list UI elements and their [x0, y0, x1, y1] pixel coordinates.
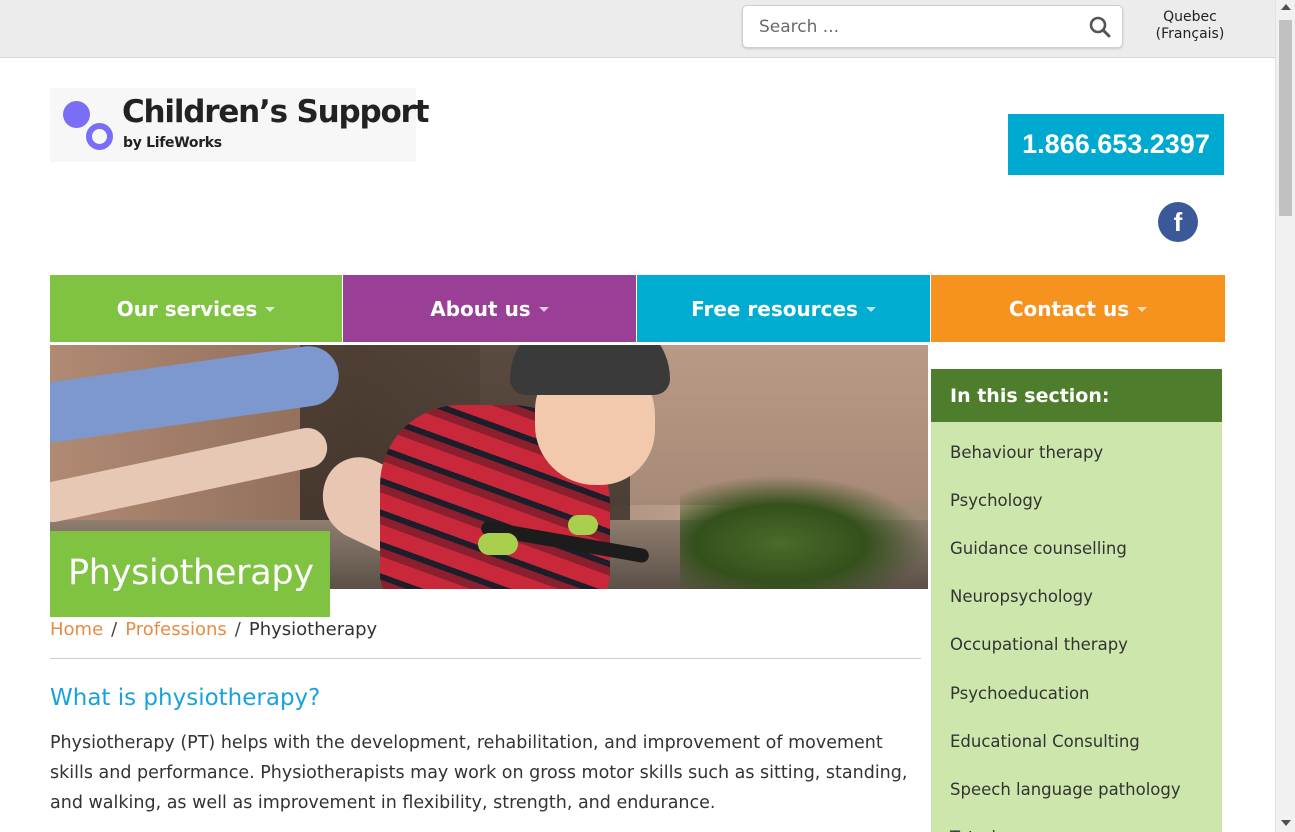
nav-label: Contact us — [1008, 296, 1130, 321]
section-sidebar: In this section: Behaviour therapy Psych… — [931, 369, 1222, 832]
sidebar-item-speech-language-pathology[interactable]: Speech language pathology — [931, 765, 1222, 813]
language-line-1: Quebec — [1163, 9, 1217, 25]
sidebar-item-occupational-therapy[interactable]: Occupational therapy — [931, 621, 1222, 669]
breadcrumb-home-link[interactable]: Home — [50, 619, 103, 640]
sidebar-item-psychoeducation[interactable]: Psychoeducation — [931, 669, 1222, 717]
scroll-down-arrow-icon[interactable] — [1281, 820, 1291, 826]
sidebar-item-guidance-counselling[interactable]: Guidance counselling — [931, 524, 1222, 572]
logo-circle-ring-icon — [86, 123, 113, 150]
sidebar-item-neuropsychology[interactable]: Neuropsychology — [931, 573, 1222, 621]
logo-title: Children’s Support — [122, 94, 429, 130]
sidebar-item-behaviour-therapy[interactable]: Behaviour therapy — [931, 428, 1222, 476]
breadcrumb-professions-link[interactable]: Professions — [125, 619, 227, 640]
main-navigation: Our services About us Free resources Con… — [50, 275, 1225, 342]
sidebar-item-tutoring[interactable]: Tutoring — [931, 814, 1222, 832]
nav-our-services[interactable]: Our services — [50, 275, 342, 342]
nav-contact-us[interactable]: Contact us — [930, 275, 1225, 342]
page-title-banner: Physiotherapy — [50, 531, 330, 617]
search-input[interactable] — [743, 6, 1073, 47]
sidebar-item-psychology[interactable]: Psychology — [931, 476, 1222, 524]
sidebar-heading: In this section: — [931, 369, 1222, 422]
search-box — [742, 5, 1123, 48]
nav-label: Free resources — [691, 296, 858, 321]
breadcrumb-current: Physiotherapy — [248, 619, 378, 640]
scroll-up-arrow-icon[interactable] — [1281, 4, 1291, 10]
breadcrumb-separator: / — [234, 619, 241, 640]
logo-circle-filled-icon — [63, 101, 90, 128]
logo-subtitle: by LifeWorks — [123, 135, 222, 151]
top-utility-bar: Quebec (Français) — [0, 0, 1275, 58]
chevron-down-icon — [265, 307, 276, 312]
chevron-down-icon — [1137, 307, 1148, 312]
intro-paragraph: Physiotherapy (PT) helps with the develo… — [50, 733, 908, 813]
chevron-down-icon — [865, 307, 876, 312]
breadcrumb-separator: / — [111, 619, 118, 640]
breadcrumb: Home / Professions / Physiotherapy — [50, 619, 377, 640]
page-title: Physiotherapy — [68, 553, 314, 593]
sidebar-list: Behaviour therapy Psychology Guidance co… — [931, 422, 1222, 832]
chevron-down-icon — [538, 307, 549, 312]
scroll-thumb[interactable] — [1279, 20, 1292, 216]
search-icon[interactable] — [1088, 15, 1112, 39]
language-switch-link[interactable]: Quebec (Français) — [1150, 9, 1230, 43]
sidebar-item-educational-consulting[interactable]: Educational Consulting — [931, 717, 1222, 765]
nav-label: About us — [430, 296, 531, 321]
phone-number-button[interactable]: 1.866.653.2397 — [1008, 114, 1224, 175]
nav-about-us[interactable]: About us — [342, 275, 636, 342]
section-heading: What is physiotherapy? — [50, 685, 321, 711]
vertical-scrollbar[interactable] — [1275, 0, 1295, 832]
site-logo[interactable]: Children’s Support by LifeWorks — [50, 88, 429, 162]
nav-label: Our services — [116, 296, 258, 321]
content-divider — [50, 658, 921, 659]
language-line-2: (Français) — [1155, 26, 1225, 42]
facebook-glyph: f — [1173, 206, 1183, 237]
facebook-icon[interactable]: f — [1158, 202, 1198, 242]
nav-free-resources[interactable]: Free resources — [636, 275, 930, 342]
